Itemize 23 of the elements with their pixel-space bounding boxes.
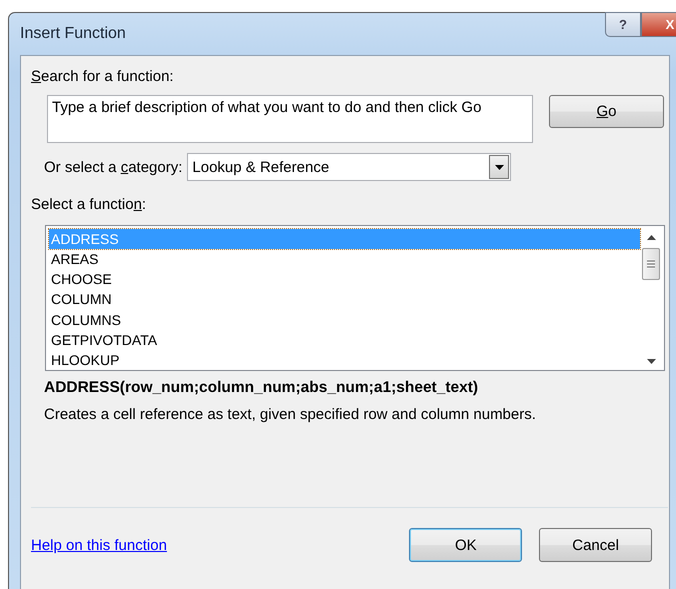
dropdown-arrow-icon	[494, 164, 504, 170]
category-label: Or select a category:	[44, 158, 182, 176]
function-signature: ADDRESS(row_num;column_num;abs_num;a1;sheet_text)	[44, 379, 480, 397]
search-field[interactable]: Type a brief description of what you want to do and then click Go	[47, 95, 533, 143]
scrollbar-thumb[interactable]	[642, 248, 660, 280]
function-item[interactable]: COLUMN	[49, 289, 640, 310]
category-dropdown[interactable]: Lookup & Reference	[187, 153, 512, 181]
function-item[interactable]: HLOOKUP	[49, 350, 640, 370]
cancel-button[interactable]: Cancel	[539, 528, 652, 562]
function-list-label: Select a function:	[31, 196, 146, 213]
help-button[interactable]: ?	[605, 12, 641, 37]
function-item[interactable]: GETPIVOTDATA	[49, 330, 640, 350]
help-link[interactable]: Help on this function	[31, 536, 410, 554]
window-title: Insert Function	[20, 25, 126, 43]
function-item[interactable]: COLUMNS	[49, 310, 640, 330]
ok-button[interactable]: OK	[409, 528, 522, 562]
search-label: Search for a function:	[31, 68, 174, 85]
function-description: Creates a cell reference as text, given specified row and column numbers.	[44, 406, 537, 423]
scroll-down-icon[interactable]	[646, 359, 656, 364]
scroll-up-icon[interactable]	[646, 235, 656, 240]
function-item[interactable]: CHOOSE	[49, 269, 640, 290]
go-button[interactable]: Go	[549, 95, 664, 128]
function-item[interactable]: AREAS	[49, 249, 640, 270]
